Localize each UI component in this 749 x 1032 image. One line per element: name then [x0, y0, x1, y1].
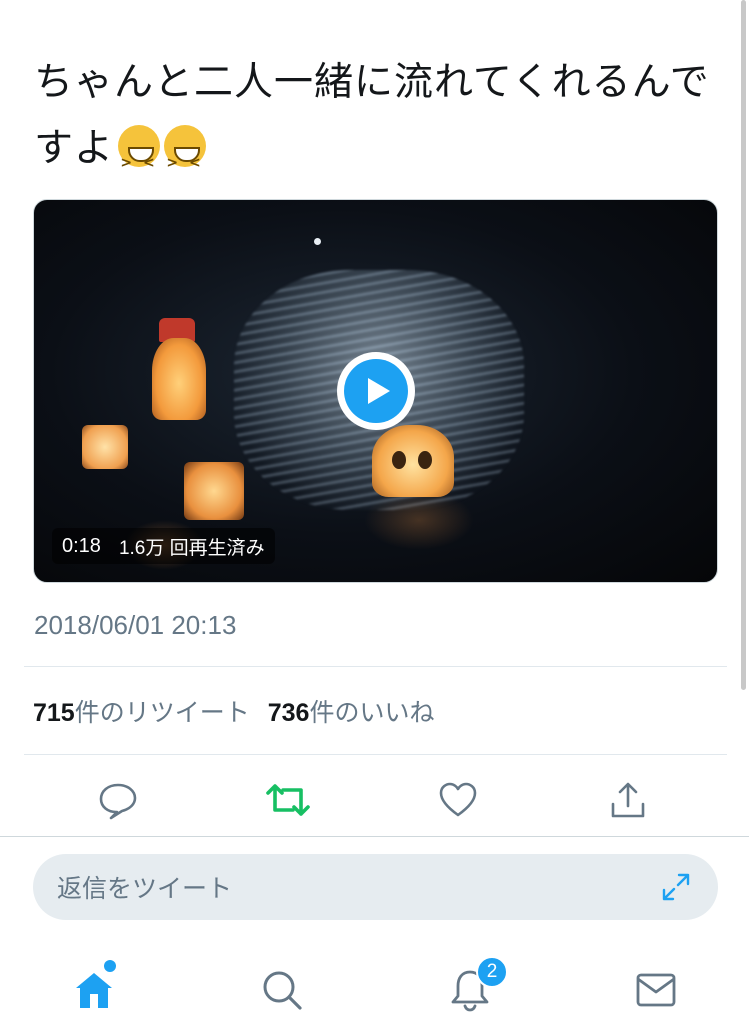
like-label: 件のいいね — [309, 699, 435, 727]
like-count: 736 — [267, 699, 310, 727]
retweet-stat[interactable]: 715件のリツイート — [33, 693, 250, 729]
tab-messages[interactable] — [626, 960, 686, 1020]
play-button[interactable] — [337, 352, 415, 430]
retweet-button[interactable] — [258, 770, 318, 830]
like-stat[interactable]: 736件のいいね — [268, 693, 435, 729]
home-icon — [76, 973, 112, 1008]
reply-button[interactable] — [88, 770, 148, 830]
retweet-label: 件のリツイート — [74, 699, 250, 727]
search-icon — [263, 971, 302, 1010]
scrollbar[interactable] — [741, 0, 746, 690]
lantern-owl — [152, 338, 206, 420]
notification-badge: 2 — [476, 956, 508, 988]
share-icon — [611, 782, 645, 818]
comment-icon — [99, 783, 137, 820]
like-button[interactable] — [428, 770, 488, 830]
tweet-text: ちゃんと二人一緒に流れてくれるんですよ — [34, 50, 714, 196]
video-player[interactable]: 0:18 1.6万 回再生済み — [33, 199, 718, 583]
lantern-character-face — [372, 425, 454, 497]
reply-placeholder: 返信をツイート — [57, 875, 233, 903]
play-icon — [344, 359, 408, 423]
lantern-cube — [184, 462, 244, 520]
grinning-squinting-face-icon — [118, 125, 161, 196]
divider — [24, 666, 727, 667]
retweet-icon — [266, 784, 310, 816]
video-thumbnail-moon — [314, 238, 321, 245]
divider — [24, 754, 727, 755]
grinning-squinting-face-icon — [164, 125, 207, 196]
home-unread-dot — [104, 960, 116, 972]
lantern-cube — [82, 425, 128, 469]
bottom-tab-bar: 2 — [0, 946, 749, 1032]
tab-search[interactable] — [252, 960, 312, 1020]
retweet-count: 715 — [33, 699, 75, 727]
video-duration: 0:18 — [62, 534, 101, 557]
reply-input[interactable]: 返信をツイート — [33, 854, 718, 920]
video-info-overlay: 0:18 1.6万 回再生済み — [52, 528, 275, 564]
video-view-count: 1.6万 回再生済み — [118, 537, 265, 559]
share-button[interactable] — [598, 770, 658, 830]
heart-icon — [439, 782, 477, 817]
engagement-stats: 715件のリツイート 736件のいいね — [33, 693, 434, 729]
expand-icon[interactable] — [660, 871, 692, 910]
tab-notifications[interactable]: 2 — [440, 956, 508, 1020]
reply-bar: 返信をツイート — [0, 836, 749, 946]
lantern-reflection — [364, 490, 474, 550]
mail-icon — [636, 973, 676, 1007]
tab-home[interactable] — [64, 960, 124, 1020]
tweet-timestamp[interactable]: 2018/06/01 20:13 — [34, 610, 236, 641]
tweet-action-bar — [0, 770, 749, 830]
